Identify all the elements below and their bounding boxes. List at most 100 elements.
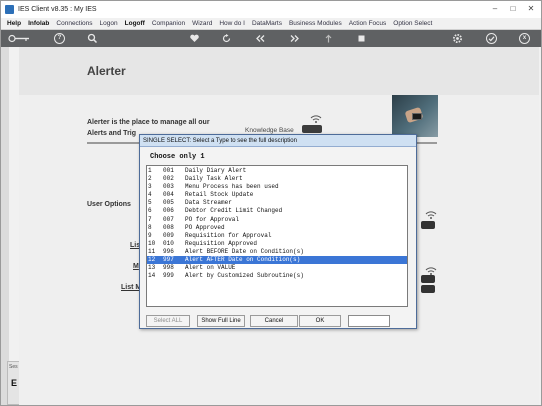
show-full-line-button[interactable]: Show Full Line bbox=[197, 315, 245, 327]
list-item-idx: 7 bbox=[148, 215, 152, 223]
dialog-button-row: Select ALL Show Full Line Cancel OK bbox=[146, 315, 408, 327]
list-item[interactable]: 5 005 Data Streamer bbox=[147, 199, 407, 207]
list-item-code: 005 bbox=[163, 199, 174, 207]
list-item-idx: 4 bbox=[148, 191, 152, 199]
stop-icon[interactable] bbox=[356, 33, 367, 44]
list-item[interactable]: 3 003 Menu Process has been used bbox=[147, 183, 407, 191]
link-m[interactable]: M bbox=[133, 263, 139, 270]
list-item-code: 002 bbox=[163, 175, 174, 183]
menu-item-datamarts[interactable]: DataMarts bbox=[252, 20, 282, 27]
list-item[interactable]: 7 007 PO for Approval bbox=[147, 216, 407, 224]
refresh-icon[interactable] bbox=[221, 33, 232, 44]
fast-forward-icon[interactable] bbox=[289, 33, 300, 44]
toolbar: ? x bbox=[1, 30, 541, 47]
menu-item-how-do-i[interactable]: How do I bbox=[219, 20, 245, 27]
knowledge-base-badge[interactable] bbox=[302, 125, 322, 133]
list-item-desc: Daily Task Alert bbox=[185, 175, 243, 183]
list-item[interactable]: 4 004 Retail Stock Update bbox=[147, 191, 407, 199]
menu-item-infolab[interactable]: Infolab bbox=[28, 20, 49, 27]
list-item-idx: 13 bbox=[148, 264, 156, 272]
menu-item-logoff[interactable]: Logoff bbox=[125, 20, 145, 27]
list-item-code: 010 bbox=[163, 239, 174, 247]
list-item-idx: 9 bbox=[148, 231, 152, 239]
list-item-desc: Debtor Credit Limit Changed bbox=[185, 207, 283, 215]
cancel-button[interactable]: Cancel bbox=[250, 315, 298, 327]
search-icon[interactable] bbox=[87, 33, 98, 44]
list-item-desc: Retail Stock Update bbox=[185, 191, 254, 199]
list-item-idx: 5 bbox=[148, 199, 152, 207]
list-item-code: 007 bbox=[163, 215, 174, 223]
list-item[interactable]: 6 006 Debtor Credit Limit Changed bbox=[147, 207, 407, 215]
list-item[interactable]: 12 997 Alert AFTER Date on Condition(s) bbox=[147, 256, 407, 265]
list-item[interactable]: 13 998 Alert on VALUE bbox=[147, 264, 407, 272]
list-item-code: 996 bbox=[163, 247, 174, 255]
session-label: Ses bbox=[9, 364, 18, 370]
list-item-desc: Data Streamer bbox=[185, 199, 232, 207]
maximize-button[interactable]: □ bbox=[507, 4, 519, 14]
option-badge-1[interactable] bbox=[421, 221, 435, 229]
list-item-idx: 11 bbox=[148, 247, 156, 255]
app-icon bbox=[5, 5, 14, 14]
list-item-idx: 3 bbox=[148, 183, 152, 191]
wifi-icon-2 bbox=[425, 211, 437, 221]
option-badge-3[interactable] bbox=[421, 285, 435, 293]
list-item-code: 004 bbox=[163, 191, 174, 199]
heart-icon[interactable] bbox=[189, 33, 200, 44]
ok-button[interactable]: OK bbox=[299, 315, 341, 327]
menu-item-wizard[interactable]: Wizard bbox=[192, 20, 212, 27]
settings-icon[interactable] bbox=[452, 33, 463, 44]
menu-item-business-modules[interactable]: Business Modules bbox=[289, 20, 342, 27]
list-item-idx: 10 bbox=[148, 239, 156, 247]
list-item-desc: Alert BEFORE Date on Condition(s) bbox=[185, 247, 304, 255]
list-item[interactable]: 1 001 Daily Diary Alert bbox=[147, 167, 407, 175]
list-item[interactable]: 14 999 Alert by Customized Subroutine(s) bbox=[147, 272, 407, 280]
rewind-icon[interactable] bbox=[255, 33, 266, 44]
list-item-desc: Menu Process has been used bbox=[185, 183, 279, 191]
type-list[interactable]: 1 001 Daily Diary Alert 2 002 Daily Task Aler… bbox=[146, 165, 408, 307]
single-select-dialog: SINGLE SELECT: Select a Type to see the … bbox=[139, 134, 417, 329]
list-item[interactable]: 2 002 Daily Task Alert bbox=[147, 175, 407, 183]
menu-item-logon[interactable]: Logon bbox=[100, 20, 118, 27]
list-item-idx: 14 bbox=[148, 272, 156, 280]
minimize-button[interactable]: – bbox=[489, 4, 501, 14]
select-all-button[interactable]: Select ALL bbox=[146, 315, 190, 327]
phone-shape bbox=[412, 113, 422, 120]
check-icon[interactable] bbox=[486, 33, 497, 44]
intro-line-1: Alerter is the place to manage all our bbox=[87, 119, 210, 126]
dialog-input-field[interactable] bbox=[348, 315, 390, 327]
list-item-code: 997 bbox=[163, 256, 174, 264]
list-item-desc: PO Approved bbox=[185, 223, 225, 231]
window-controls: – □ ✕ bbox=[489, 4, 537, 14]
knowledge-base-label: Knowledge Base bbox=[245, 127, 294, 134]
list-item-idx: 2 bbox=[148, 175, 152, 183]
menu-item-companion[interactable]: Companion bbox=[152, 20, 185, 27]
upload-icon[interactable] bbox=[323, 33, 334, 44]
list-item-desc: Alert on VALUE bbox=[185, 264, 236, 272]
dialog-title: SINGLE SELECT: Select a Type to see the … bbox=[140, 135, 416, 147]
menu-bar: Help Infolab Connections Logon Logoff Compani… bbox=[1, 18, 541, 30]
option-badge-2[interactable] bbox=[421, 275, 435, 283]
close-window-button[interactable]: ✕ bbox=[525, 4, 537, 14]
key-icon[interactable] bbox=[7, 33, 31, 44]
menu-item-option-select[interactable]: Option Select bbox=[393, 20, 432, 27]
list-item[interactable]: 10 010 Requisition Approved bbox=[147, 240, 407, 248]
list-item[interactable]: 11 996 Alert BEFORE Date on Condition(s) bbox=[147, 248, 407, 256]
list-item-idx: 12 bbox=[148, 256, 156, 264]
list-item-desc: Requisition for Approval bbox=[185, 231, 272, 239]
menu-item-help[interactable]: Help bbox=[7, 20, 21, 27]
help-icon[interactable]: ? bbox=[54, 33, 65, 44]
list-item-idx: 8 bbox=[148, 223, 152, 231]
list-item-code: 999 bbox=[163, 272, 174, 280]
list-item-code: 003 bbox=[163, 183, 174, 191]
menu-item-connections[interactable]: Connections bbox=[56, 20, 92, 27]
list-item-code: 998 bbox=[163, 264, 174, 272]
list-item-desc: Alert AFTER Date on Condition(s) bbox=[185, 256, 301, 264]
close-icon[interactable]: x bbox=[519, 33, 530, 44]
left-strip bbox=[1, 47, 9, 405]
list-item[interactable]: 9 009 Requisition for Approval bbox=[147, 232, 407, 240]
list-item[interactable]: 8 008 PO Approved bbox=[147, 224, 407, 232]
app-window: IES Client v8.35 : My IES – □ ✕ Help Info… bbox=[0, 0, 542, 406]
session-letter: E bbox=[11, 378, 18, 388]
menu-item-action-focus[interactable]: Action Focus bbox=[349, 20, 387, 27]
list-item-desc: Requisition Approved bbox=[185, 239, 258, 247]
